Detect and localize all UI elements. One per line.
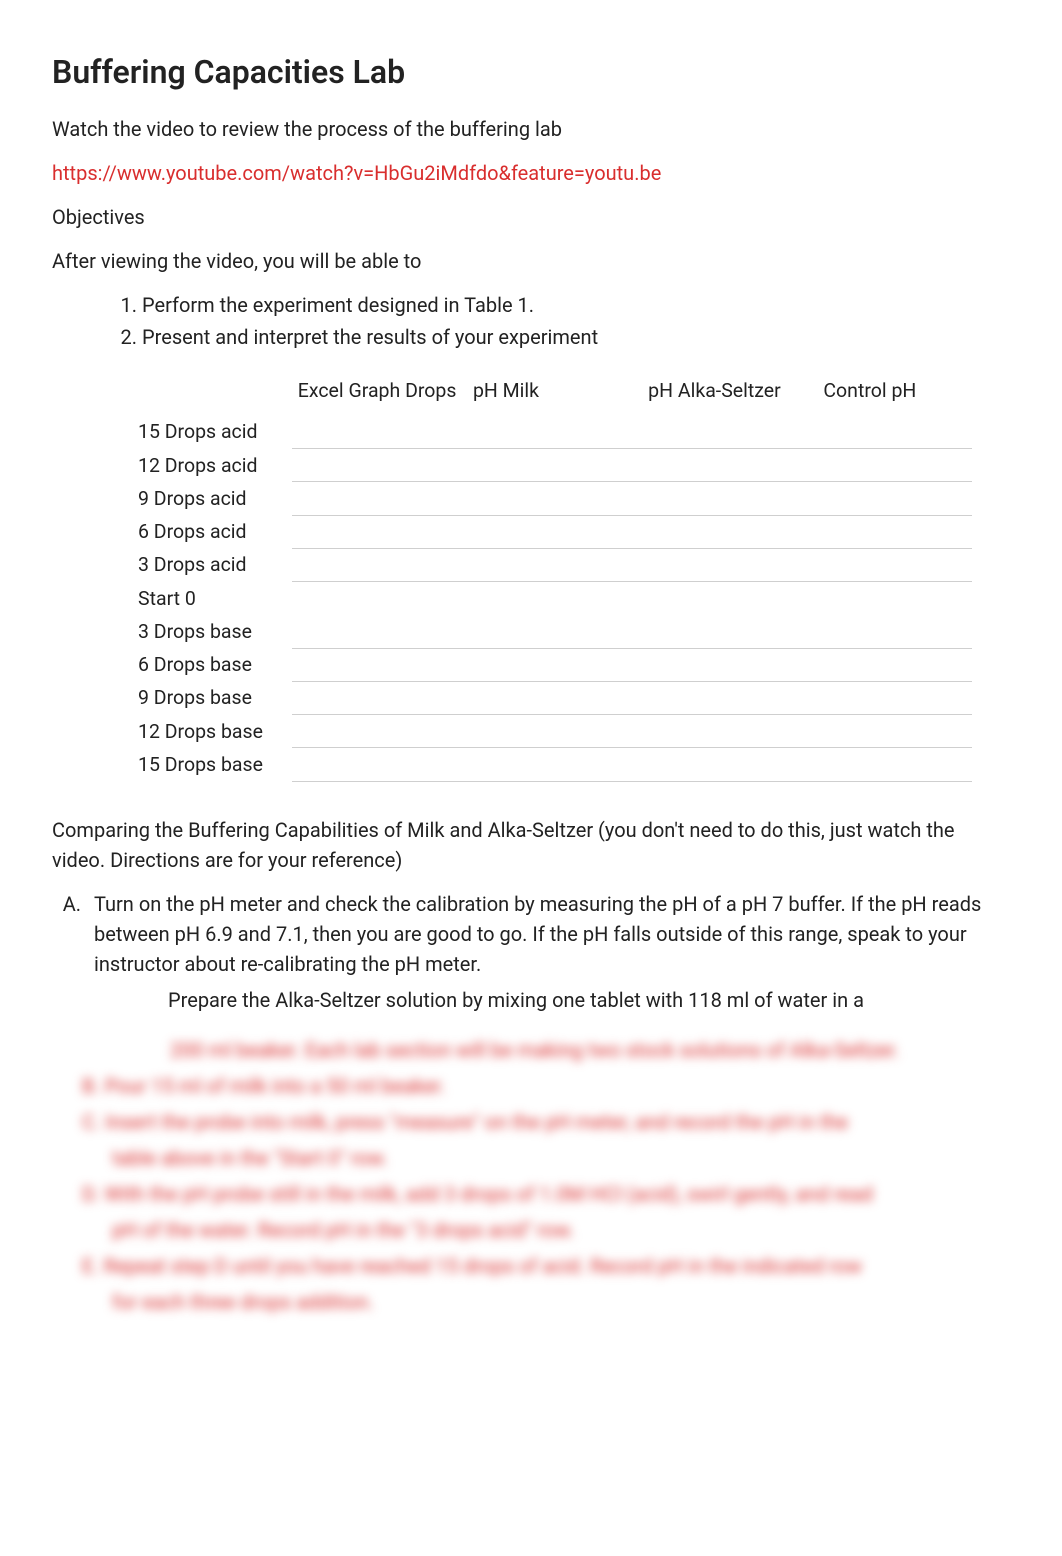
table-cell bbox=[292, 582, 467, 615]
table-cell bbox=[642, 548, 817, 581]
table-cell bbox=[642, 748, 817, 781]
table-cell bbox=[292, 681, 467, 714]
list-item: Present and interpret the results of you… bbox=[142, 322, 1010, 352]
data-table: Excel Graph Drops pH Milk pH Alka-Seltze… bbox=[132, 372, 972, 791]
table-row: 6 Drops acid bbox=[132, 515, 972, 548]
table-row: 15 Drops acid bbox=[132, 415, 972, 448]
blurred-text: for each three drops addition. bbox=[112, 1287, 1010, 1317]
table-cell bbox=[642, 582, 817, 615]
blurred-text: D. With the pH probe still in the milk, … bbox=[82, 1179, 1010, 1209]
table-cell bbox=[467, 515, 642, 548]
table-row: 3 Drops acid bbox=[132, 548, 972, 581]
table-row: 12 Drops base bbox=[132, 715, 972, 748]
table-row: 9 Drops base bbox=[132, 681, 972, 714]
col-header-control: Control pH bbox=[817, 372, 972, 415]
blurred-text: C. Insert the probe into milk, press "me… bbox=[82, 1107, 1010, 1137]
blurred-text: table above in the "Start 0" row. bbox=[112, 1143, 1010, 1173]
table-cell bbox=[467, 415, 642, 448]
page-title: Buffering Capacities Lab bbox=[52, 48, 1010, 96]
row-label: Start 0 bbox=[132, 582, 292, 615]
table-row: 15 Drops base bbox=[132, 748, 972, 781]
video-link[interactable]: https://www.youtube.com/watch?v=HbGu2iMd… bbox=[52, 158, 1010, 188]
blurred-text: pH of the water. Record pH in the "3 dro… bbox=[112, 1215, 1010, 1245]
table-cell bbox=[292, 715, 467, 748]
intro-text: Watch the video to review the process of… bbox=[52, 114, 1010, 144]
procedure-list: Turn on the pH meter and check the calib… bbox=[86, 889, 1010, 1015]
table-cell bbox=[292, 515, 467, 548]
blurred-text: E. Repeat step D until you have reached … bbox=[82, 1251, 1010, 1281]
table-cell bbox=[817, 515, 972, 548]
blurred-text: 200 ml beaker. Each lab section will be … bbox=[170, 1035, 1010, 1065]
col-header-milk: pH Milk bbox=[467, 372, 642, 415]
table-cell bbox=[642, 515, 817, 548]
table-cell bbox=[642, 449, 817, 482]
row-label: 6 Drops acid bbox=[132, 515, 292, 548]
table-cell bbox=[817, 681, 972, 714]
table-cell bbox=[817, 748, 972, 781]
col-header-excel: Excel Graph Drops bbox=[292, 372, 467, 415]
row-label: 6 Drops base bbox=[132, 648, 292, 681]
table-row: 3 Drops base bbox=[132, 615, 972, 648]
table-cell bbox=[467, 548, 642, 581]
table-cell bbox=[467, 681, 642, 714]
table-cell bbox=[292, 615, 467, 648]
table-cell bbox=[292, 548, 467, 581]
row-label: 9 Drops base bbox=[132, 681, 292, 714]
table-cell bbox=[467, 482, 642, 515]
table-cell bbox=[642, 715, 817, 748]
table-cell bbox=[292, 648, 467, 681]
row-label: 3 Drops acid bbox=[132, 548, 292, 581]
blurred-text: B. Pour 15 ml of milk into a 50 ml beake… bbox=[82, 1071, 1010, 1101]
table-cell bbox=[817, 482, 972, 515]
table-cell bbox=[292, 748, 467, 781]
table-row: 12 Drops acid bbox=[132, 449, 972, 482]
data-table-wrap: Excel Graph Drops pH Milk pH Alka-Seltze… bbox=[132, 372, 972, 791]
blurred-preview: 200 ml beaker. Each lab section will be … bbox=[52, 1035, 1010, 1317]
table-spacer bbox=[132, 781, 972, 791]
table-cell bbox=[467, 582, 642, 615]
table-cell bbox=[292, 449, 467, 482]
table-cell bbox=[467, 715, 642, 748]
list-item: Perform the experiment designed in Table… bbox=[142, 290, 1010, 320]
table-cell bbox=[467, 615, 642, 648]
table-cell bbox=[467, 748, 642, 781]
table-cell bbox=[642, 615, 817, 648]
col-header-alka: pH Alka-Seltzer bbox=[642, 372, 817, 415]
procedure-subtext: Prepare the Alka-Seltzer solution by mix… bbox=[168, 985, 1010, 1015]
row-label: 9 Drops acid bbox=[132, 482, 292, 515]
after-viewing-text: After viewing the video, you will be abl… bbox=[52, 246, 1010, 276]
table-cell bbox=[292, 415, 467, 448]
row-label: 12 Drops acid bbox=[132, 449, 292, 482]
compare-text: Comparing the Buffering Capabilities of … bbox=[52, 815, 1010, 875]
table-cell bbox=[642, 648, 817, 681]
table-cell bbox=[467, 648, 642, 681]
table-cell bbox=[292, 482, 467, 515]
table-row: Start 0 bbox=[132, 582, 972, 615]
table-row: 6 Drops base bbox=[132, 648, 972, 681]
procedure-item: Turn on the pH meter and check the calib… bbox=[86, 889, 1010, 1015]
row-label: 15 Drops acid bbox=[132, 415, 292, 448]
objectives-heading: Objectives bbox=[52, 202, 1010, 232]
table-cell bbox=[817, 582, 972, 615]
col-header-empty bbox=[132, 372, 292, 415]
row-label: 15 Drops base bbox=[132, 748, 292, 781]
table-cell bbox=[642, 681, 817, 714]
row-label: 3 Drops base bbox=[132, 615, 292, 648]
table-cell bbox=[642, 482, 817, 515]
table-row: 9 Drops acid bbox=[132, 482, 972, 515]
table-cell bbox=[817, 715, 972, 748]
table-cell bbox=[467, 449, 642, 482]
table-cell bbox=[817, 548, 972, 581]
row-label: 12 Drops base bbox=[132, 715, 292, 748]
procedure-text: Turn on the pH meter and check the calib… bbox=[94, 892, 981, 976]
objectives-list: Perform the experiment designed in Table… bbox=[142, 290, 1010, 352]
table-cell bbox=[817, 648, 972, 681]
table-cell bbox=[817, 615, 972, 648]
table-cell bbox=[642, 415, 817, 448]
table-cell bbox=[817, 449, 972, 482]
table-cell bbox=[817, 415, 972, 448]
